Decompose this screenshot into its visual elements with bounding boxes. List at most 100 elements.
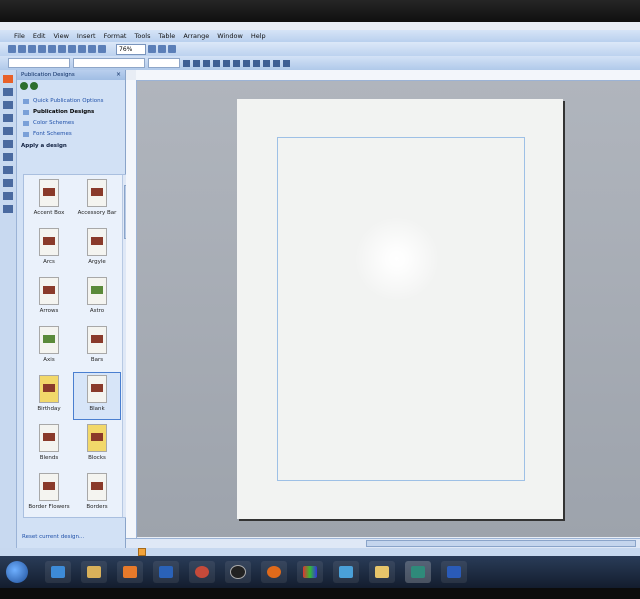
cut-icon[interactable] [48, 45, 56, 53]
menu-arrange[interactable]: Arrange [179, 32, 213, 40]
copy-icon[interactable] [58, 45, 66, 53]
menu-help[interactable]: Help [247, 32, 270, 40]
oval-icon[interactable] [3, 166, 13, 174]
design-thumb[interactable]: Arrows [26, 277, 72, 314]
link-font-schemes[interactable]: Font Schemes [23, 129, 125, 140]
menu-edit[interactable]: Edit [29, 32, 50, 40]
paste-icon[interactable] [68, 45, 76, 53]
taskbar-media-player[interactable] [117, 561, 143, 583]
publisher-icon [411, 566, 425, 578]
design-thumb[interactable]: Argyle [74, 228, 120, 265]
link-quick-publication-options[interactable]: Quick Publication Options [23, 96, 125, 107]
design-preview [39, 179, 59, 207]
design-thumb[interactable]: Axis [26, 326, 72, 363]
align-right-icon[interactable] [233, 59, 240, 67]
undo-icon[interactable] [78, 45, 86, 53]
autoshapes-icon[interactable] [3, 192, 13, 200]
font-select[interactable] [73, 58, 145, 68]
print-icon[interactable] [38, 45, 46, 53]
design-gallery-icon[interactable] [3, 205, 13, 213]
select-objects-icon[interactable] [3, 75, 13, 83]
taskbar-paint[interactable] [297, 561, 323, 583]
forward-icon[interactable] [30, 82, 38, 90]
menu-view[interactable]: View [49, 32, 72, 40]
taskbar-publisher[interactable] [405, 561, 431, 583]
align-center-icon[interactable] [223, 59, 230, 67]
zoom-out-icon[interactable] [148, 45, 156, 53]
design-preview [39, 277, 59, 305]
blank-page[interactable] [237, 99, 563, 519]
taskbar-hp[interactable] [225, 561, 251, 583]
bullets-icon[interactable] [253, 59, 260, 67]
design-label: Axis [43, 357, 55, 363]
underline-icon[interactable] [203, 59, 210, 67]
design-label: Border Flowers [28, 504, 70, 510]
fill-color-icon[interactable] [263, 59, 270, 67]
menu-file[interactable]: File [10, 32, 29, 40]
photo-viewer-icon [339, 566, 353, 578]
design-thumb[interactable]: Accessory Bar [74, 179, 120, 216]
word-icon [447, 566, 461, 578]
new-icon[interactable] [8, 45, 16, 53]
insert-table-icon[interactable] [98, 45, 106, 53]
zoom-in-icon[interactable] [158, 45, 166, 53]
open-icon[interactable] [18, 45, 26, 53]
design-thumb[interactable]: Blocks [74, 424, 120, 461]
line-icon[interactable] [3, 140, 13, 148]
insert-table-tool-icon[interactable] [3, 101, 13, 109]
wordart-icon[interactable] [3, 114, 13, 122]
design-label: Accent Box [33, 210, 65, 216]
align-left-icon[interactable] [213, 59, 220, 67]
font-size-select[interactable] [148, 58, 180, 68]
italic-icon[interactable] [193, 59, 200, 67]
design-thumb[interactable]: Borders [74, 473, 120, 510]
design-thumb[interactable]: Accent Box [26, 179, 72, 216]
design-thumb[interactable]: Astro [74, 277, 120, 314]
zoom-select[interactable]: 76% [116, 43, 146, 55]
bold-icon[interactable] [183, 59, 190, 67]
reset-design-link[interactable]: Reset current design... [22, 534, 84, 540]
text-box-icon[interactable] [3, 88, 13, 96]
picture-frame-icon[interactable] [3, 127, 13, 135]
numbering-icon[interactable] [243, 59, 250, 67]
horizontal-ruler[interactable] [136, 70, 640, 81]
link-color-schemes[interactable]: Color Schemes [23, 118, 125, 129]
taskbar-file-explorer[interactable] [81, 561, 107, 583]
taskbar-internet-explorer[interactable] [45, 561, 71, 583]
menu-insert[interactable]: Insert [73, 32, 100, 40]
design-thumb[interactable]: Arcs [26, 228, 72, 265]
vertical-ruler[interactable] [126, 80, 137, 538]
taskbar-folder[interactable] [369, 561, 395, 583]
page-navigator-icon[interactable] [138, 548, 146, 556]
menu-tools[interactable]: Tools [130, 32, 154, 40]
design-thumb[interactable]: Bars [74, 326, 120, 363]
menu-table[interactable]: Table [155, 32, 180, 40]
standard-toolbar: 76% [0, 42, 640, 56]
taskbar-photo-viewer[interactable] [333, 561, 359, 583]
taskbar-word[interactable] [441, 561, 467, 583]
workspace-canvas [137, 81, 640, 537]
font-color-icon[interactable] [283, 59, 290, 67]
start-button[interactable] [6, 561, 28, 583]
design-thumb[interactable]: Blends [26, 424, 72, 461]
design-thumb[interactable]: Border Flowers [26, 473, 72, 510]
taskbar-outlook[interactable] [153, 561, 179, 583]
line-color-icon[interactable] [273, 59, 280, 67]
menu-window[interactable]: Window [213, 32, 247, 40]
taskbar-firefox[interactable] [261, 561, 287, 583]
design-thumb[interactable]: Birthday [26, 375, 72, 412]
style-select[interactable] [8, 58, 70, 68]
rectangle-icon[interactable] [3, 179, 13, 187]
design-thumb-selected[interactable]: Blank [73, 372, 121, 420]
back-icon[interactable] [20, 82, 28, 90]
design-label: Blank [89, 406, 105, 412]
close-icon[interactable]: × [116, 70, 121, 80]
save-icon[interactable] [28, 45, 36, 53]
link-publication-designs[interactable]: Publication Designs [23, 107, 125, 118]
taskbar-chrome[interactable] [189, 561, 215, 583]
menu-format[interactable]: Format [100, 32, 131, 40]
arrow-icon[interactable] [3, 153, 13, 161]
horizontal-scroll-thumb[interactable] [366, 540, 636, 547]
help-icon[interactable] [168, 45, 176, 53]
redo-icon[interactable] [88, 45, 96, 53]
